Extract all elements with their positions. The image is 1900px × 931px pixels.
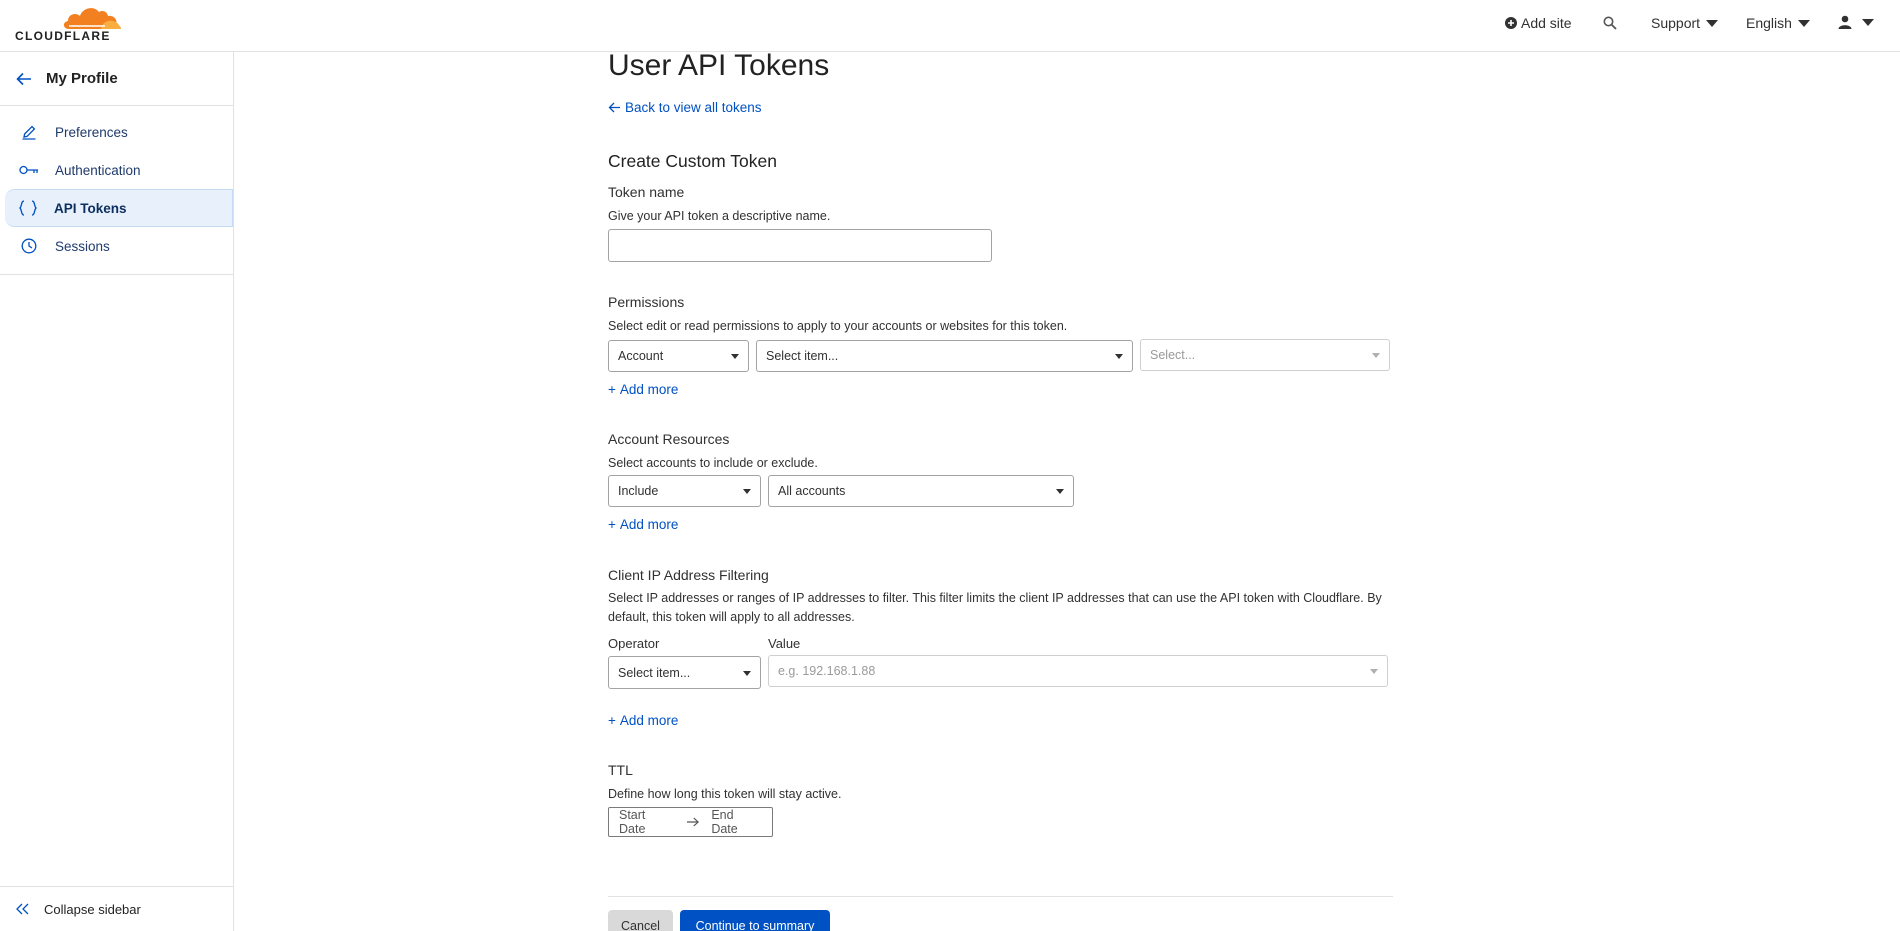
permissions-add-more[interactable]: + Add more — [608, 382, 678, 397]
collapse-sidebar-button[interactable]: Collapse sidebar — [0, 886, 233, 931]
chevron-down-icon — [1372, 353, 1380, 358]
user-icon — [1838, 15, 1852, 29]
ttl-date-range-picker[interactable]: Start Date End Date — [608, 807, 773, 837]
page-title: User API Tokens — [608, 49, 830, 82]
sidebar-item-label: Authentication — [55, 162, 141, 178]
support-menu[interactable]: Support — [1651, 15, 1719, 31]
search-button[interactable] — [1603, 16, 1617, 30]
top-bar: CLOUDFLARE Add site Support English — [0, 0, 1900, 52]
plus-icon: + — [608, 713, 616, 728]
account-resources-help: Select accounts to include or exclude. — [608, 456, 818, 470]
sidebar-title: My Profile — [46, 70, 118, 87]
account-mode-value: Include — [618, 484, 659, 498]
add-site-label: Add site — [1521, 15, 1572, 31]
sidebar-nav: Preferences Authentication API Tokens Se… — [0, 106, 233, 275]
ip-value-input[interactable]: e.g. 192.168.1.88 — [768, 655, 1388, 687]
account-target-value: All accounts — [778, 484, 846, 498]
braces-icon — [18, 198, 38, 218]
chevron-down-icon — [731, 354, 739, 359]
ttl-label: TTL — [608, 762, 633, 778]
add-more-label: Add more — [619, 713, 679, 728]
cloud-icon — [63, 8, 121, 29]
back-to-tokens-link[interactable]: Back to view all tokens — [608, 100, 762, 115]
sidebar-item-label: API Tokens — [54, 200, 127, 216]
sidebar-item-label: Preferences — [55, 124, 128, 140]
chevron-down-icon — [743, 489, 751, 494]
chevron-down-icon — [1706, 19, 1719, 27]
continue-to-summary-button[interactable]: Continue to summary — [680, 910, 830, 931]
chevron-down-icon — [1115, 354, 1123, 359]
ip-operator-select[interactable]: Select item... — [608, 656, 761, 689]
key-icon — [19, 160, 39, 180]
ip-value-placeholder: e.g. 192.168.1.88 — [778, 664, 876, 678]
permission-scope-value: Account — [618, 349, 664, 363]
ip-operator-value: Select item... — [618, 665, 691, 680]
arrow-right-icon — [686, 817, 699, 827]
back-link-label: Back to view all tokens — [625, 100, 762, 115]
value-label: Value — [768, 636, 801, 651]
permission-level-select[interactable]: Select... — [1140, 339, 1390, 371]
account-resources-label: Account Resources — [608, 431, 730, 447]
account-resources-target-select[interactable]: All accounts — [768, 475, 1074, 507]
sidebar-item-sessions[interactable]: Sessions — [0, 227, 233, 265]
double-chevron-left-icon — [16, 903, 29, 915]
sidebar-item-preferences[interactable]: Preferences — [0, 113, 233, 151]
permission-scope-select[interactable]: Account — [608, 340, 749, 372]
token-name-label: Token name — [608, 184, 685, 200]
chevron-down-icon — [1862, 18, 1874, 26]
add-more-label: Add more — [619, 517, 679, 532]
sidebar-header: My Profile — [0, 52, 233, 106]
pencil-icon — [19, 122, 39, 142]
chevron-down-icon — [1370, 669, 1378, 674]
brand-wordmark: CLOUDFLARE — [15, 29, 111, 43]
permissions-label: Permissions — [608, 294, 685, 310]
permission-item-value: Select item... — [766, 349, 839, 363]
token-name-help: Give your API token a descriptive name. — [608, 209, 831, 223]
section-title: Create Custom Token — [608, 151, 777, 171]
plus-icon: + — [608, 517, 616, 532]
cloudflare-logo[interactable]: CLOUDFLARE — [14, 5, 121, 45]
sidebar-item-label: Sessions — [55, 238, 110, 254]
account-menu[interactable] — [1838, 15, 1874, 29]
plus-icon: + — [608, 382, 616, 397]
sidebar-item-authentication[interactable]: Authentication — [0, 151, 233, 189]
token-name-input[interactable] — [608, 229, 992, 262]
plus-circle-icon — [1505, 17, 1517, 29]
permission-level-value: Select... — [1150, 348, 1196, 362]
ip-filtering-help: Select IP addresses or ranges of IP addr… — [608, 591, 1382, 624]
add-more-label: Add more — [619, 382, 679, 397]
sidebar: My Profile Preferences Authentication AP… — [0, 52, 234, 931]
ttl-end-date: End Date — [711, 808, 738, 836]
cancel-button[interactable]: Cancel — [608, 910, 673, 931]
permission-item-select[interactable]: Select item... — [756, 340, 1133, 372]
chevron-down-icon — [1797, 19, 1810, 27]
language-menu[interactable]: English — [1746, 15, 1810, 31]
account-resources-add-more[interactable]: + Add more — [608, 517, 678, 532]
sidebar-item-api-tokens[interactable]: API Tokens — [5, 189, 233, 227]
collapse-sidebar-label: Collapse sidebar — [44, 901, 141, 917]
arrow-left-icon[interactable] — [16, 72, 32, 86]
chevron-down-icon — [1056, 489, 1064, 494]
account-resources-mode-select[interactable]: Include — [608, 475, 761, 507]
ttl-start-date: Start Date — [619, 808, 646, 836]
arrow-left-icon — [608, 102, 620, 113]
actions-divider — [608, 896, 1393, 897]
permissions-help: Select edit or read permissions to apply… — [608, 319, 1068, 333]
operator-label: Operator — [608, 636, 660, 651]
ip-filtering-label: Client IP Address Filtering — [608, 567, 769, 583]
search-icon — [1603, 16, 1617, 30]
ip-filtering-add-more[interactable]: + Add more — [608, 713, 678, 728]
chevron-down-icon — [743, 671, 751, 676]
language-label: English — [1746, 15, 1792, 31]
support-label: Support — [1651, 15, 1701, 31]
clock-icon — [19, 236, 39, 256]
ttl-help: Define how long this token will stay act… — [608, 787, 842, 801]
add-site-button[interactable]: Add site — [1505, 15, 1572, 31]
